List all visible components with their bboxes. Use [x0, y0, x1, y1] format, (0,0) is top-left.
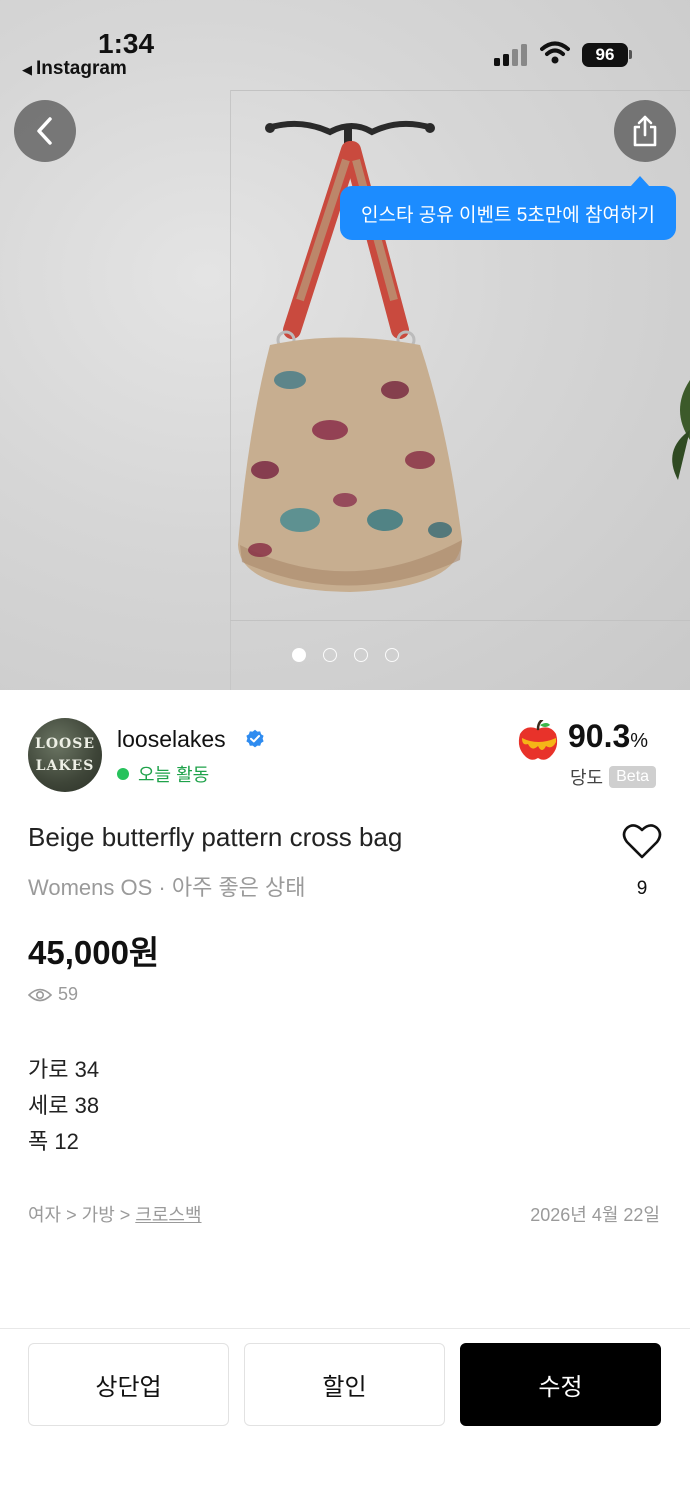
battery-indicator: 96 [582, 43, 628, 67]
product-description: 가로 34 세로 38 폭 12 [28, 1052, 99, 1160]
beta-badge: Beta [609, 766, 657, 788]
category-breadcrumb: 여자 > 가방 > 크로스백 [28, 1201, 202, 1227]
battery-tip [629, 50, 632, 59]
page-dot[interactable] [291, 648, 306, 662]
page-dot[interactable] [322, 648, 337, 662]
share-button[interactable] [614, 100, 676, 162]
eye-icon [28, 988, 52, 1001]
product-photo [238, 120, 690, 592]
like-heart-icon[interactable] [622, 822, 662, 860]
back-app-label: Instagram [36, 58, 127, 79]
score-number: 90.3 [568, 718, 631, 754]
seller-avatar[interactable]: LOOSE LAKES [28, 718, 102, 792]
sweetness-score[interactable]: 90.3% [516, 718, 666, 762]
seller-name[interactable]: looselakes [117, 726, 226, 753]
tooltip-text: 인스타 공유 이벤트 5초만에 참여하기 [361, 204, 655, 226]
category-leaf-link[interactable]: 크로스백 [135, 1205, 201, 1225]
product-title: Beige butterfly pattern cross bag [28, 822, 403, 852]
carousel-page-indicator [0, 648, 690, 662]
cellular-signal-icon [494, 44, 530, 66]
page-dot[interactable] [353, 648, 368, 662]
activity-label: 오늘 활동 [138, 765, 210, 785]
sweetness-label-row: 당도 Beta [570, 764, 657, 790]
status-bar: 1:34 ◀ Instagram 96 [0, 0, 690, 90]
seller-activity-status: 오늘 활동 [117, 761, 209, 787]
back-triangle-icon: ◀ [22, 62, 32, 77]
apple-icon [518, 720, 558, 760]
description-line: 가로 34 [28, 1057, 100, 1082]
discount-button[interactable]: 할인 [244, 1343, 445, 1426]
online-dot-icon [117, 768, 129, 780]
avatar-text-line1: LOOSE [34, 736, 95, 752]
product-price: 45,000원 [28, 934, 160, 971]
avatar-text-line2: LAKES [35, 758, 95, 774]
bump-button[interactable]: 상단업 [28, 1343, 229, 1426]
product-size-condition: Womens OS · 아주 좋은 상태 [28, 875, 306, 900]
divider [0, 1328, 690, 1329]
listing-date: 2026년 4월 22일 [530, 1205, 660, 1225]
share-event-tooltip[interactable]: 인스타 공유 이벤트 5초만에 참여하기 [340, 176, 676, 240]
clock: 1:34 [98, 28, 155, 59]
description-line: 폭 12 [28, 1129, 79, 1154]
verified-badge-icon [246, 729, 264, 748]
view-count: 59 [28, 984, 78, 1005]
view-count-value: 59 [58, 984, 79, 1004]
category-path: 여자 > 가방 > [28, 1205, 136, 1225]
chevron-left-icon [37, 117, 52, 145]
sweetness-label: 당도 [570, 768, 604, 788]
score-value: 90.3% [568, 718, 648, 755]
edit-button[interactable]: 수정 [460, 1343, 661, 1426]
description-line: 세로 38 [28, 1093, 100, 1118]
back-to-app-link[interactable]: ◀ Instagram [22, 58, 127, 80]
back-button[interactable] [14, 100, 76, 162]
page-dot[interactable] [384, 648, 399, 662]
share-icon [633, 115, 657, 147]
score-unit: % [630, 730, 649, 752]
wifi-icon [540, 41, 570, 64]
product-image-carousel[interactable]: 1:34 ◀ Instagram 96 인스타 공유 이벤트 5초만에 참여하기 [0, 0, 690, 690]
like-count: 9 [636, 878, 648, 899]
